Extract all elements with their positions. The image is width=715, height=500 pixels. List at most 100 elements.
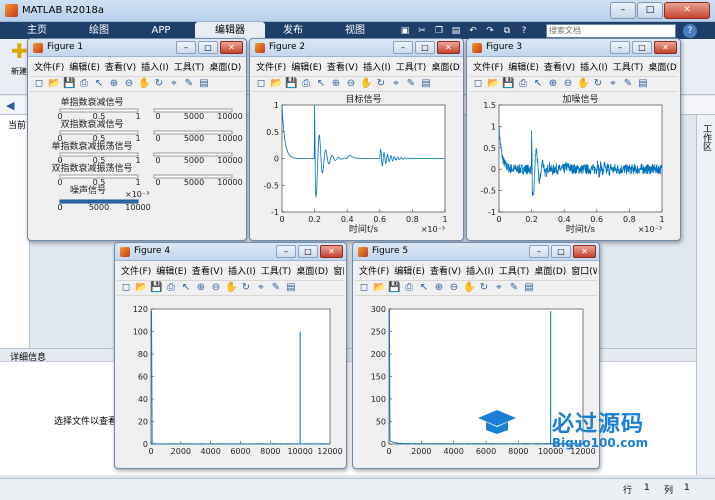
figure-menu-item[interactable]: 编辑(E) [69,61,100,75]
data-cursor-icon[interactable]: ⌖ [255,281,267,295]
brush-icon[interactable]: ✎ [183,77,195,91]
tab-editor[interactable]: 编辑器 [195,22,265,39]
rotate-icon[interactable]: ↻ [375,77,387,91]
figure-menu-item[interactable]: 文件(F) [34,61,64,75]
zoom-out-icon[interactable]: ⊖ [448,281,460,295]
pointer-icon[interactable]: ↖ [418,281,430,295]
new-button-label[interactable]: 新建 [11,66,27,77]
cut-icon[interactable]: ✂ [415,24,429,38]
figure-menu-item[interactable]: 查看(V) [327,61,358,75]
save-icon[interactable]: 💾 [285,77,297,91]
figure-close-button[interactable]: ✕ [573,245,596,258]
figure-menu-item[interactable]: 桌面(D) [296,265,328,279]
zoom-in-icon[interactable]: ⊕ [433,281,445,295]
figure-menu-item[interactable]: 窗口(W) [571,265,597,279]
figure-minimize-button[interactable]: – [610,41,630,54]
new-figure-icon[interactable]: ◻ [472,77,484,91]
help-dropdown-icon[interactable]: ? [517,24,531,38]
figure-titlebar[interactable]: Figure 4 – □ ✕ [115,243,346,261]
figure-minimize-button[interactable]: – [276,245,296,258]
figure-menu-item[interactable]: 查看(V) [105,61,136,75]
pan-icon[interactable]: ✋ [577,77,589,91]
zoom-out-icon[interactable]: ⊖ [345,77,357,91]
figure-maximize-button[interactable]: □ [198,41,218,54]
tab-view[interactable]: 视图 [320,22,390,39]
figure-close-button[interactable]: ✕ [320,245,343,258]
figure-maximize-button[interactable]: □ [298,245,318,258]
figure-close-button[interactable]: ✕ [437,41,460,54]
figure-minimize-button[interactable]: – [393,41,413,54]
figure-menu-item[interactable]: 桌面(D) [648,61,678,75]
legend-icon[interactable]: ▤ [198,77,210,91]
figure-menu-item[interactable]: 文件(F) [359,265,389,279]
open-icon[interactable]: 📂 [487,77,499,91]
figure-menu-item[interactable]: 桌面(D) [431,61,461,75]
figure-menu-item[interactable]: 编辑(E) [291,61,322,75]
figure-menu-item[interactable]: 桌面(D) [209,61,241,75]
figure-maximize-button[interactable]: □ [551,245,571,258]
figure-window-4[interactable]: Figure 4 – □ ✕ 文件(F) 编辑(E) 查看(V) 插入(I) 工具(T) 桌面(D… [114,242,347,469]
figure-menu-item[interactable]: 查看(V) [430,265,461,279]
search-documentation-input[interactable]: 搜索文档 [546,24,676,38]
minimize-button[interactable]: – [610,2,636,19]
figure-titlebar[interactable]: Figure 3 – □ ✕ [467,39,680,57]
tab-home[interactable]: 主页 [2,22,72,39]
legend-icon[interactable]: ▤ [285,281,297,295]
figure-menu-item[interactable]: 文件(F) [473,61,503,75]
figure-menu-item[interactable]: 查看(V) [192,265,223,279]
figure-menu-item[interactable]: 插入(I) [363,61,391,75]
redo-icon[interactable]: ↷ [483,24,497,38]
rotate-icon[interactable]: ↻ [478,281,490,295]
switch-windows-icon[interactable]: ⧉ [500,24,514,38]
figure-close-button[interactable]: ✕ [220,41,243,54]
print-icon[interactable]: ⎙ [165,281,177,295]
print-icon[interactable]: ⎙ [403,281,415,295]
open-icon[interactable]: 📂 [373,281,385,295]
save-icon[interactable]: 💾 [388,281,400,295]
figure-window-3[interactable]: Figure 3 – □ ✕ 文件(F) 编辑(E) 查看(V) 插入(I) 工具(T) 桌面(D… [466,38,681,241]
figure-menu-item[interactable]: 工具(T) [261,265,292,279]
copy-icon[interactable]: ❐ [432,24,446,38]
print-icon[interactable]: ⎙ [517,77,529,91]
pointer-icon[interactable]: ↖ [315,77,327,91]
pointer-icon[interactable]: ↖ [532,77,544,91]
zoom-in-icon[interactable]: ⊕ [195,281,207,295]
undo-icon[interactable]: ↶ [466,24,480,38]
figure-menu-item[interactable]: 插入(I) [580,61,608,75]
figure-menu-item[interactable]: 插入(I) [228,265,256,279]
zoom-out-icon[interactable]: ⊖ [562,77,574,91]
figure-menu-item[interactable]: 编辑(E) [508,61,539,75]
rotate-icon[interactable]: ↻ [240,281,252,295]
zoom-in-icon[interactable]: ⊕ [547,77,559,91]
legend-icon[interactable]: ▤ [420,77,432,91]
pan-icon[interactable]: ✋ [138,77,150,91]
pan-icon[interactable]: ✋ [463,281,475,295]
print-icon[interactable]: ⎙ [300,77,312,91]
figure-menu-item[interactable]: 桌面(D) [534,265,566,279]
figure-menu-item[interactable]: 工具(T) [499,265,530,279]
figure-menu-item[interactable]: 插入(I) [141,61,169,75]
figure-titlebar[interactable]: Figure 1 – □ ✕ [28,39,246,57]
figure-window-2[interactable]: Figure 2 – □ ✕ 文件(F) 编辑(E) 查看(V) 插入(I) 工具(T) 桌面(D… [249,38,464,241]
tab-apps[interactable]: APP [126,22,196,39]
close-button[interactable]: ✕ [664,2,710,19]
help-icon[interactable]: ? [683,24,697,38]
data-cursor-icon[interactable]: ⌖ [168,77,180,91]
save-icon[interactable]: ▣ [398,24,412,38]
figure-maximize-button[interactable]: □ [415,41,435,54]
pan-icon[interactable]: ✋ [225,281,237,295]
zoom-out-icon[interactable]: ⊖ [123,77,135,91]
pointer-icon[interactable]: ↖ [93,77,105,91]
figure-maximize-button[interactable]: □ [632,41,652,54]
tab-publish[interactable]: 发布 [258,22,328,39]
pan-icon[interactable]: ✋ [360,77,372,91]
figure-menu-item[interactable]: 工具(T) [174,61,205,75]
figure-titlebar[interactable]: Figure 2 – □ ✕ [250,39,463,57]
legend-icon[interactable]: ▤ [523,281,535,295]
figure-menu-item[interactable]: 编辑(E) [394,265,425,279]
brush-icon[interactable]: ✎ [508,281,520,295]
paste-icon[interactable]: ▤ [449,24,463,38]
open-icon[interactable]: 📂 [270,77,282,91]
data-cursor-icon[interactable]: ⌖ [390,77,402,91]
pointer-icon[interactable]: ↖ [180,281,192,295]
